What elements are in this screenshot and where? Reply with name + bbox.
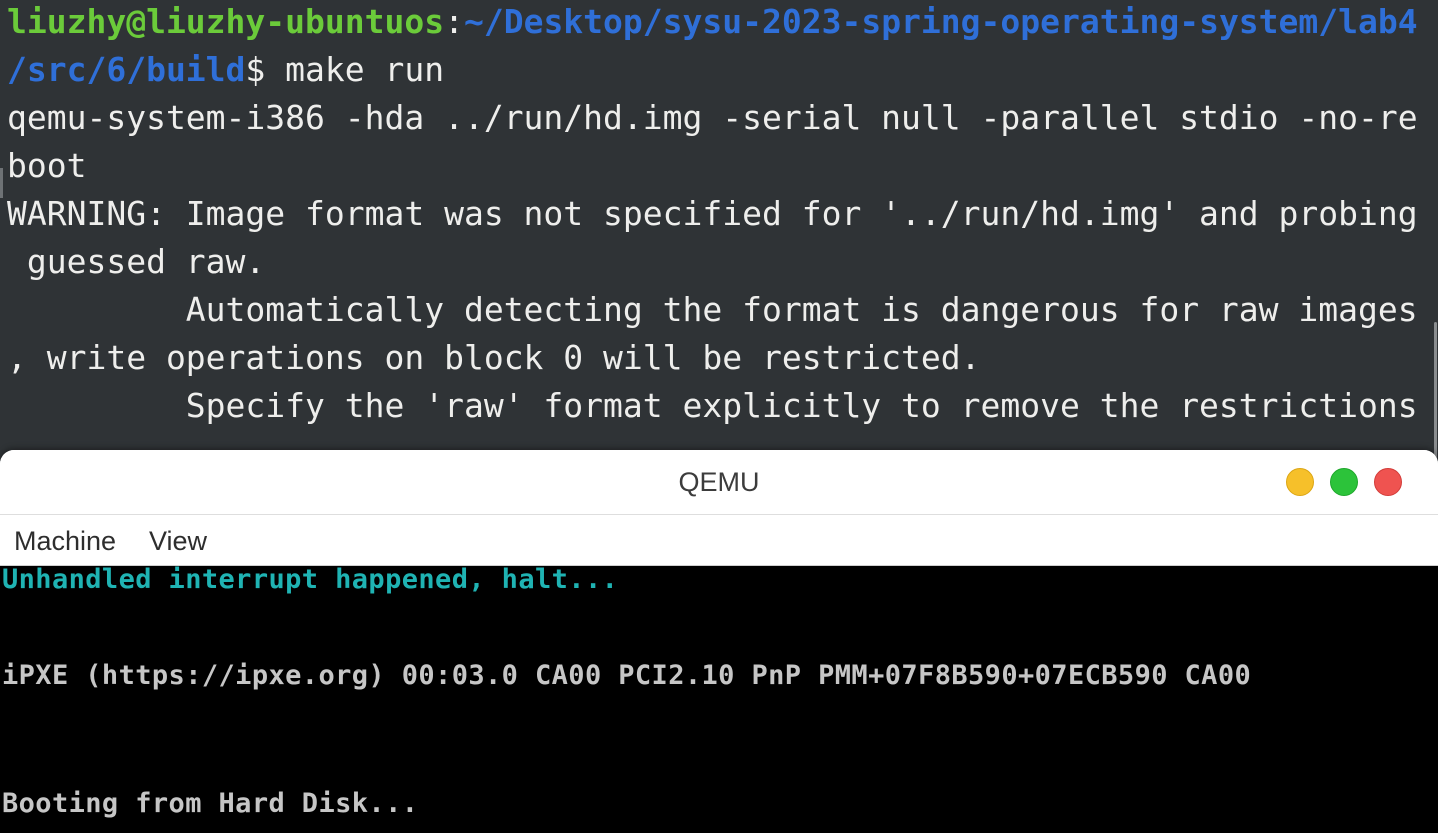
terminal-output-line: boot — [7, 146, 87, 185]
qemu-titlebar[interactable]: QEMU — [0, 450, 1438, 515]
close-button[interactable] — [1374, 468, 1402, 496]
terminal-output-line: Automatically detecting the format is da… — [7, 290, 1418, 329]
qemu-window[interactable]: QEMU Machine View Unhandled interrupt ha… — [0, 450, 1438, 833]
prompt-path-part1: ~/Desktop/sysu-2023-spring-operating-sys… — [463, 2, 1418, 41]
qemu-vga-screen[interactable]: Unhandled interrupt happened, halt... iP… — [0, 566, 1438, 833]
terminal-scrollbar[interactable] — [1434, 322, 1437, 460]
window-title: QEMU — [678, 467, 760, 497]
terminal-output-line: qemu-system-i386 -hda ../run/hd.img -ser… — [7, 98, 1418, 137]
prompt-path-part2: /src/6/build — [7, 50, 246, 89]
terminal-output-line: guessed raw. — [7, 242, 266, 281]
prompt-user-host: liuzhy@liuzhy-ubuntuos — [7, 2, 445, 41]
vga-ipxe-banner: iPXE (https://ipxe.org) 00:03.0 CA00 PCI… — [2, 660, 1252, 691]
prompt-line-1: liuzhy@liuzhy-ubuntuos:~/Desktop/sysu-20… — [7, 0, 1418, 46]
host-terminal[interactable]: liuzhy@liuzhy-ubuntuos:~/Desktop/sysu-20… — [0, 0, 1438, 460]
prompt-symbol: $ — [245, 50, 266, 89]
vga-boot-message: Booting from Hard Disk... — [2, 788, 419, 819]
terminal-output-line: , write operations on block 0 will be re… — [7, 338, 981, 377]
minimize-button[interactable] — [1286, 468, 1314, 496]
prompt-separator: : — [444, 2, 464, 41]
terminal-left-edge — [0, 168, 3, 198]
menu-view[interactable]: View — [149, 515, 207, 565]
vga-interrupt-message: Unhandled interrupt happened, halt... — [2, 566, 619, 595]
prompt-command: make run — [265, 50, 445, 89]
prompt-line-2: /src/6/build$ make run — [7, 46, 444, 94]
maximize-button[interactable] — [1330, 468, 1358, 496]
qemu-menubar: Machine View — [0, 515, 1438, 566]
menu-machine[interactable]: Machine — [14, 515, 116, 565]
terminal-output-line: Specify the 'raw' format explicitly to r… — [7, 386, 1418, 425]
terminal-output-line: WARNING: Image format was not specified … — [7, 194, 1418, 233]
